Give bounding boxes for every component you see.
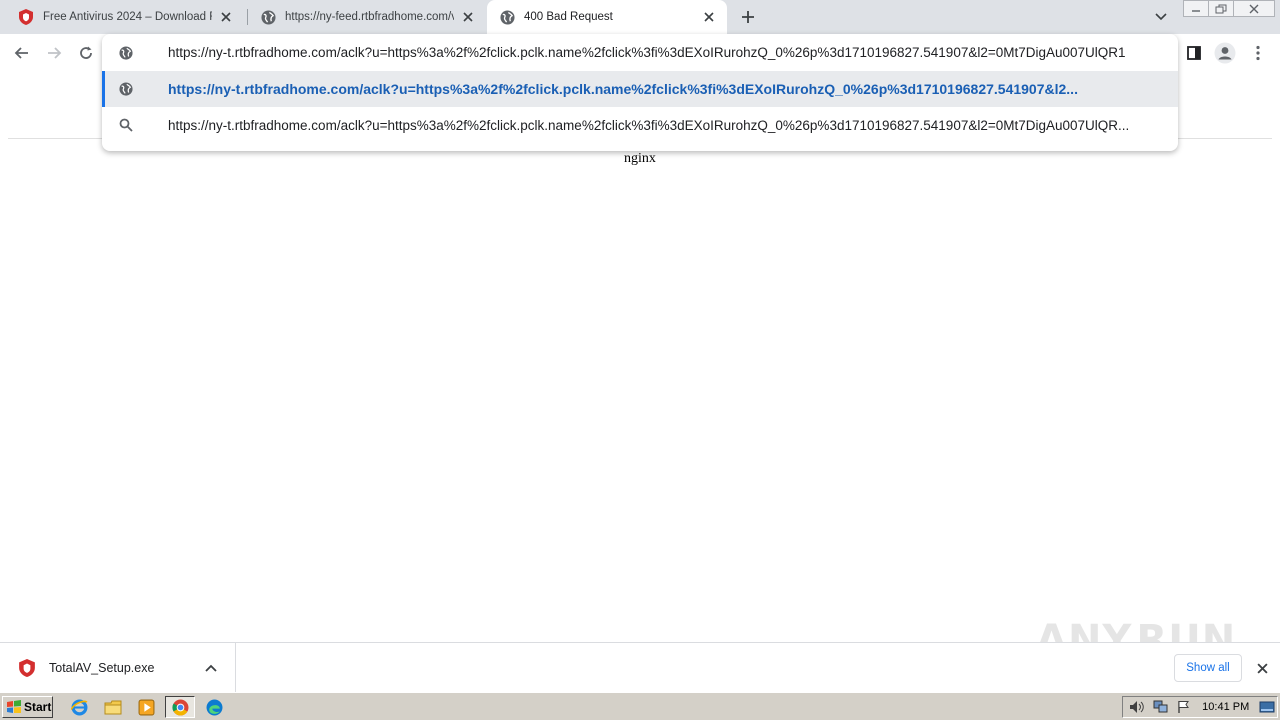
network-icon[interactable] <box>1151 698 1171 716</box>
selection-indicator <box>102 71 105 107</box>
close-download-bar-button[interactable] <box>1252 658 1272 678</box>
tab-strip: Free Antivirus 2024 – Download Free http… <box>0 0 1280 34</box>
close-tab-icon[interactable] <box>701 9 717 25</box>
screen: Free Antivirus 2024 – Download Free http… <box>0 0 1280 720</box>
suggestion-text: https://ny-t.rtbfradhome.com/aclk?u=http… <box>168 81 1078 97</box>
search-icon <box>118 117 134 133</box>
tab-title: https://ny-feed.rtbfradhome.com/v <box>285 11 454 23</box>
volume-icon[interactable] <box>1127 698 1147 716</box>
minimize-button[interactable] <box>1183 0 1209 17</box>
show-desktop-icon[interactable] <box>1257 698 1277 716</box>
tab-separator <box>247 9 248 25</box>
address-bar-text[interactable]: https://ny-t.rtbfradhome.com/aclk?u=http… <box>168 45 1178 60</box>
globe-icon <box>260 9 276 25</box>
close-window-button[interactable] <box>1233 0 1275 17</box>
minimize-icon <box>1192 9 1200 12</box>
suggestion-text: https://ny-t.rtbfradhome.com/aclk?u=http… <box>168 117 1130 133</box>
chrome-taskbar-button[interactable] <box>165 696 195 718</box>
totalav-shield-icon <box>19 659 35 677</box>
taskbar: Start 10:41 PM <box>0 692 1280 720</box>
start-button[interactable]: Start <box>2 696 53 718</box>
media-player-icon[interactable] <box>135 697 157 717</box>
system-tray: 10:41 PM <box>1122 696 1278 718</box>
close-tab-icon[interactable] <box>218 9 234 25</box>
plus-icon <box>742 11 754 23</box>
close-tab-icon[interactable] <box>460 9 476 25</box>
back-button[interactable] <box>10 41 34 65</box>
close-icon <box>1256 662 1268 674</box>
edge-icon[interactable] <box>203 697 225 717</box>
address-bar[interactable]: https://ny-t.rtbfradhome.com/aclk?u=http… <box>102 34 1178 71</box>
tab-title: Free Antivirus 2024 – Download Free <box>43 11 212 23</box>
omnibox-suggestion[interactable]: https://ny-t.rtbfradhome.com/aclk?u=http… <box>102 107 1178 143</box>
taskbar-clock: 10:41 PM <box>1202 701 1250 713</box>
side-panel-icon <box>1187 46 1201 60</box>
reload-button[interactable] <box>74 41 98 65</box>
chrome-icon <box>171 699 188 716</box>
download-bar: TotalAV_Setup.exe Show all <box>0 642 1280 693</box>
profile-button[interactable] <box>1213 41 1237 65</box>
restore-button[interactable] <box>1208 0 1234 17</box>
download-item[interactable]: TotalAV_Setup.exe <box>0 643 236 693</box>
action-center-flag-icon[interactable] <box>1174 698 1194 716</box>
chevron-up-icon <box>205 664 217 672</box>
omnibox-popup: https://ny-t.rtbfradhome.com/aclk?u=http… <box>102 34 1178 151</box>
new-tab-button[interactable] <box>736 5 760 29</box>
server-name: nginx <box>624 151 656 166</box>
arrow-right-icon <box>48 47 62 59</box>
internet-explorer-icon[interactable] <box>68 697 90 717</box>
globe-icon <box>118 45 134 61</box>
restore-icon <box>1215 4 1227 13</box>
show-all-button[interactable]: Show all <box>1174 654 1242 682</box>
globe-icon <box>118 81 134 97</box>
arrow-left-icon <box>14 47 28 59</box>
file-explorer-icon[interactable] <box>102 697 124 717</box>
tab-free-antivirus[interactable]: Free Antivirus 2024 – Download Free <box>0 0 244 34</box>
omnibox-suggestion-selected[interactable]: https://ny-t.rtbfradhome.com/aclk?u=http… <box>102 71 1178 107</box>
reload-icon <box>80 46 92 59</box>
tab-search-button[interactable] <box>1152 8 1170 26</box>
tab-400-bad-request[interactable]: 400 Bad Request <box>487 0 727 34</box>
menu-button[interactable] <box>1246 41 1270 65</box>
windows-flag-icon <box>7 700 21 713</box>
tab-ny-feed[interactable]: https://ny-feed.rtbfradhome.com/v <box>250 0 486 34</box>
tab-title: 400 Bad Request <box>524 11 613 23</box>
chevron-down-icon <box>1155 13 1167 21</box>
kebab-menu-icon <box>1256 45 1260 61</box>
avatar-icon <box>1214 42 1236 64</box>
globe-icon <box>499 9 515 25</box>
totalav-shield-icon <box>18 9 34 25</box>
download-file-name: TotalAV_Setup.exe <box>49 661 155 675</box>
close-icon <box>1249 4 1259 13</box>
side-panel-button[interactable] <box>1182 41 1206 65</box>
start-label: Start <box>24 700 52 714</box>
forward-button[interactable] <box>42 41 66 65</box>
download-options-button[interactable] <box>201 658 221 678</box>
